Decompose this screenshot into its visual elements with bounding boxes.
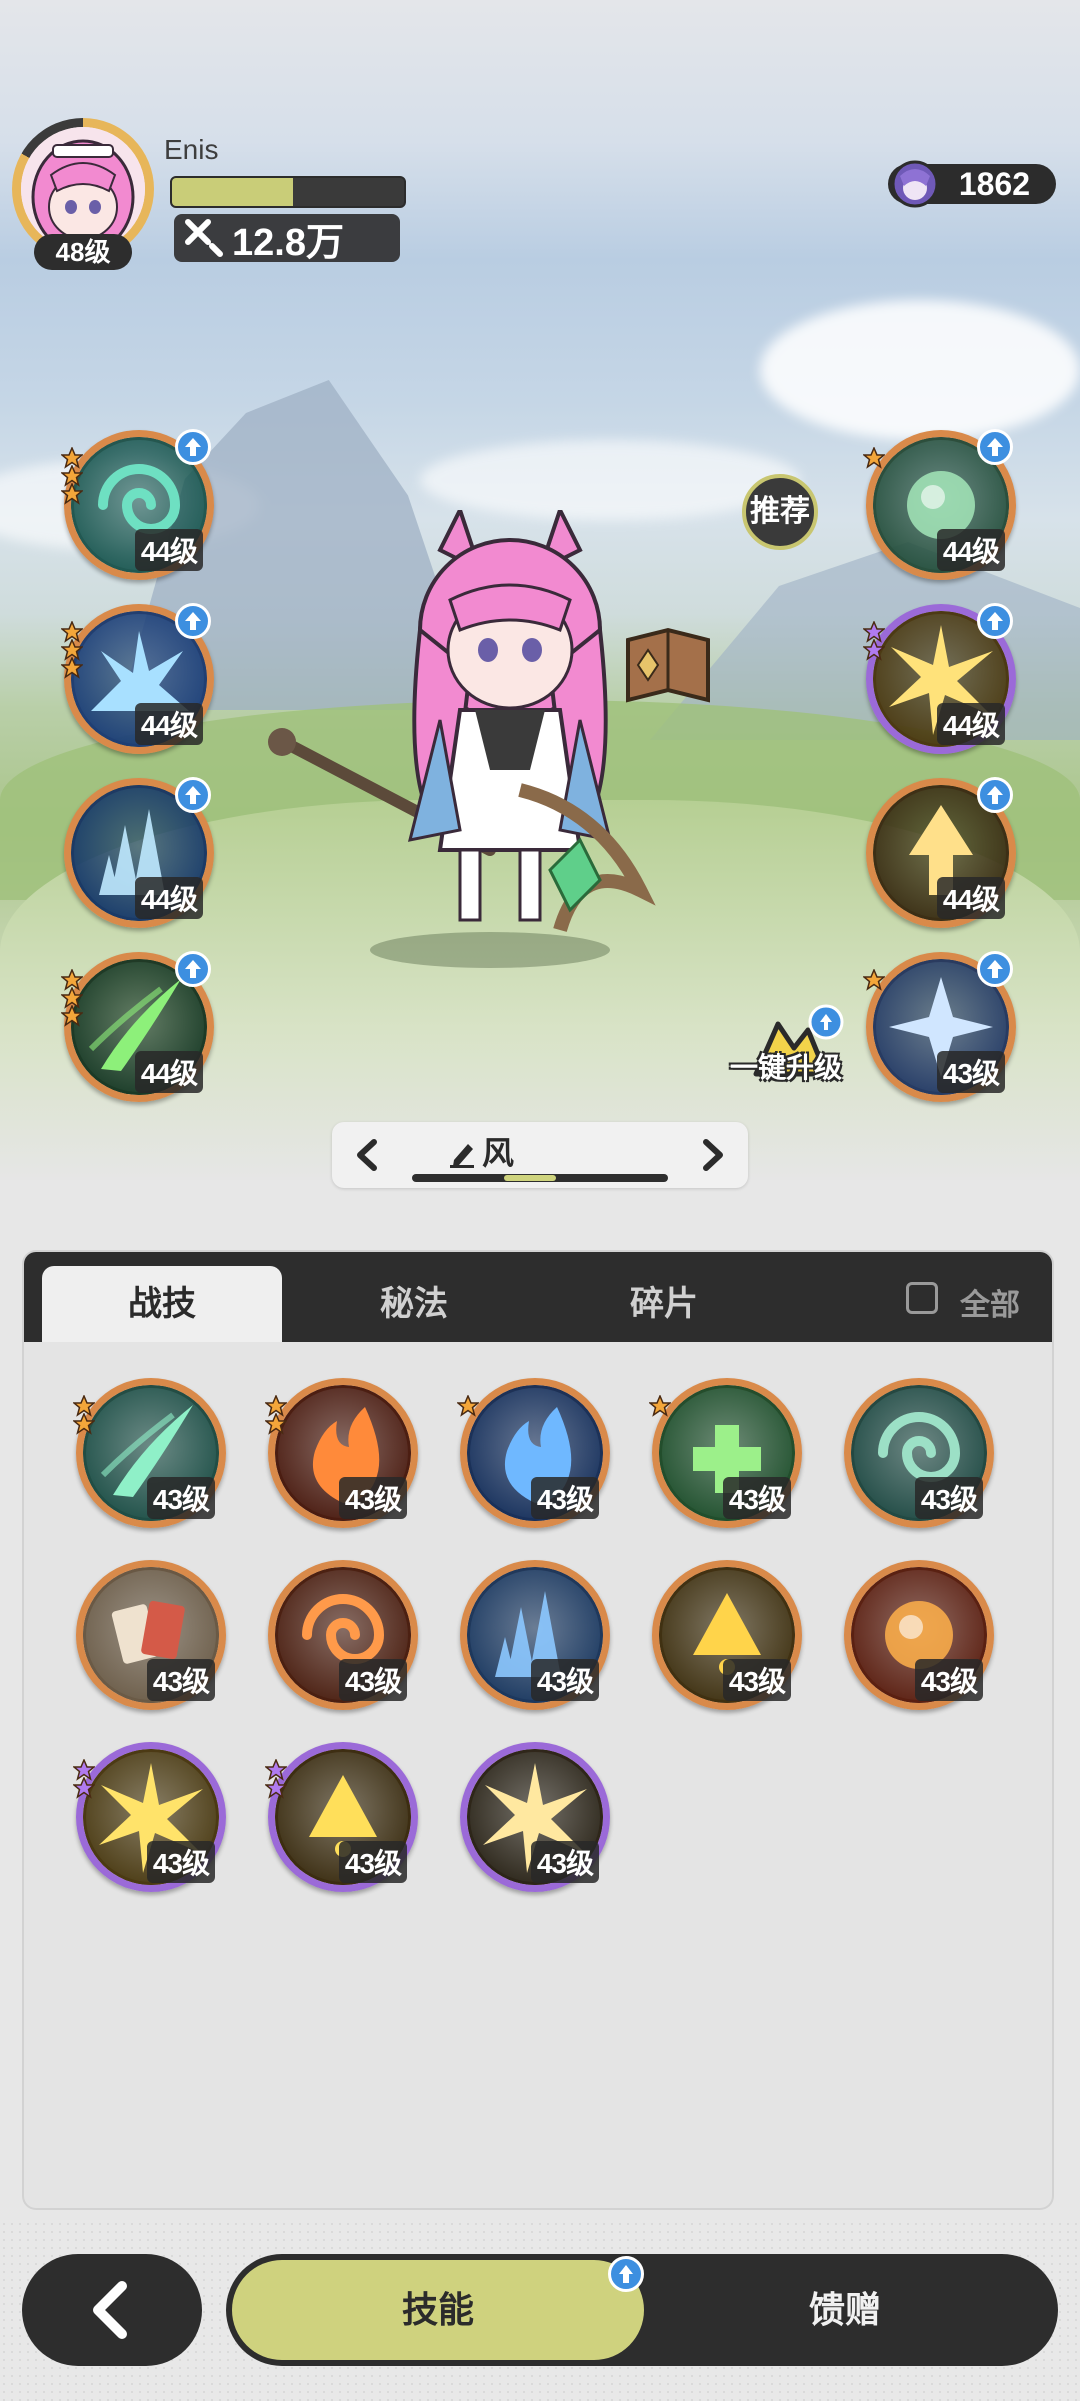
star-rating — [457, 1395, 479, 1417]
upgrade-available-icon — [608, 2256, 644, 2292]
skill-level-label: 43级 — [146, 1659, 215, 1701]
star-rating — [649, 1395, 671, 1417]
skill-tab-bar: 战技 秘法 碎片 全部 — [24, 1252, 1052, 1342]
currency-value: 1862 — [958, 166, 1030, 202]
skill-level-label: 43级 — [338, 1659, 407, 1701]
skill-level-label: 44级 — [936, 703, 1005, 745]
recommend-button[interactable]: 推荐 — [742, 474, 818, 550]
skill-card-13[interactable]: 43级 — [460, 1742, 610, 1892]
chevron-right-icon[interactable] — [690, 1132, 736, 1178]
equipped-skill-left-3[interactable]: 44级 — [64, 777, 214, 928]
skill-level-label: 43级 — [914, 1477, 983, 1519]
skill-level-label: 44级 — [134, 1051, 203, 1093]
skill-level-label: 43级 — [722, 1659, 791, 1701]
player-level-badge: 48级 — [34, 234, 132, 270]
star-rating — [265, 1759, 287, 1799]
skill-level-label: 43级 — [914, 1659, 983, 1701]
edit-icon[interactable] — [448, 1136, 478, 1168]
skill-card-2[interactable]: 43级 — [265, 1378, 418, 1528]
player-name: Enis — [164, 134, 219, 165]
crossed-swords-icon — [185, 219, 223, 257]
skill-level-label: 43级 — [146, 1477, 215, 1519]
show-all-label[interactable]: 全部 — [960, 1280, 1020, 1324]
skill-card-9[interactable]: 43级 — [652, 1560, 802, 1710]
skill-level-label: 44级 — [936, 877, 1005, 919]
skill-card-4[interactable]: 43级 — [649, 1378, 802, 1528]
skill-level-label: 44级 — [134, 529, 203, 571]
skill-card-11[interactable]: 43级 — [73, 1742, 226, 1892]
skill-card-10[interactable]: 43级 — [844, 1560, 994, 1710]
star-rating — [265, 1395, 287, 1435]
cloud — [760, 300, 1080, 440]
skill-card-8[interactable]: 43级 — [460, 1560, 610, 1710]
upgrade-arrow-icon — [175, 777, 211, 813]
star-rating — [61, 969, 83, 1027]
skill-panel: 战技 秘法 碎片 全部 43级 43级 43级 43级 43级 43级 43级 … — [24, 1252, 1052, 2208]
element-scroll-track — [412, 1174, 668, 1182]
avatar-image — [21, 127, 145, 251]
skill-card-12[interactable]: 43级 — [265, 1742, 418, 1892]
equipped-skill-left-4[interactable]: 44级 — [61, 951, 214, 1102]
equipped-skill-right-1[interactable]: 44级 — [863, 429, 1016, 580]
back-arrow-icon — [93, 2281, 127, 2339]
tab-fragments[interactable]: 碎片 — [544, 1266, 784, 1342]
character-token-icon — [891, 160, 939, 208]
skill-level-label: 43级 — [146, 1841, 215, 1883]
xp-bar-fill — [172, 178, 293, 206]
equipped-skill-right-3[interactable]: 44级 — [866, 777, 1016, 928]
skill-level-label: 43级 — [530, 1841, 599, 1883]
skill-level-label: 43级 — [530, 1477, 599, 1519]
nav-tab-skills[interactable]: 技能 — [232, 2260, 644, 2360]
upgrade-arrow-icon — [977, 777, 1013, 813]
nav-tab-gift[interactable]: 馈赠 — [700, 2260, 990, 2360]
upgrade-arrow-icon — [175, 951, 211, 987]
skill-level-label: 43级 — [530, 1659, 599, 1701]
skill-level-label: 44级 — [134, 703, 203, 745]
back-button[interactable] — [22, 2254, 202, 2366]
star-rating — [863, 621, 885, 661]
skill-card-3[interactable]: 43级 — [457, 1378, 610, 1528]
skill-level-label: 44级 — [936, 529, 1005, 571]
upgrade-arrow-icon — [977, 429, 1013, 465]
skill-level-label: 43级 — [338, 1477, 407, 1519]
equipped-skill-left-1[interactable]: 44级 — [61, 429, 214, 580]
skill-level-label: 43级 — [338, 1841, 407, 1883]
element-name: 风 — [482, 1135, 515, 1171]
upgrade-arrow-icon — [977, 951, 1013, 987]
chevron-left-icon[interactable] — [344, 1132, 390, 1178]
star-rating — [61, 621, 83, 679]
show-all-checkbox[interactable] — [906, 1282, 938, 1314]
skill-card-5[interactable]: 43级 — [844, 1378, 994, 1528]
upgrade-arrow-icon — [175, 429, 211, 465]
skill-card-1[interactable]: 43级 — [73, 1378, 226, 1528]
upgrade-arrow-icon — [977, 603, 1013, 639]
skill-card-7[interactable]: 43级 — [268, 1560, 418, 1710]
skill-level-label: 44级 — [134, 877, 203, 919]
combat-power: 12.8万 — [174, 214, 400, 264]
avatar-portrait — [21, 127, 145, 251]
element-selector: 风 — [332, 1122, 748, 1188]
element-scroll-thumb — [503, 1175, 556, 1181]
tab-secret-arts[interactable]: 秘法 — [294, 1266, 534, 1342]
combat-power-value: 12.8万 — [232, 221, 344, 264]
one-key-upgrade-label[interactable]: 一键升级 — [716, 1046, 856, 1086]
star-rating — [863, 969, 885, 991]
star-rating — [73, 1759, 95, 1799]
skill-level-label: 43级 — [722, 1477, 791, 1519]
equipped-skill-right-2[interactable]: 44级 — [863, 603, 1016, 754]
character-sprite — [268, 510, 656, 968]
star-rating — [863, 447, 885, 469]
star-rating — [73, 1395, 95, 1435]
equipped-skill-left-2[interactable]: 44级 — [61, 603, 214, 754]
xp-bar — [170, 176, 406, 208]
equipped-skill-right-4[interactable]: 43级 — [863, 951, 1016, 1102]
skill-level-label: 43级 — [936, 1051, 1005, 1093]
skill-card-6[interactable]: 43级 — [76, 1560, 226, 1710]
star-rating — [61, 447, 83, 505]
tab-combat-skills[interactable]: 战技 — [42, 1266, 282, 1342]
upgrade-arrow-icon — [175, 603, 211, 639]
floating-book — [626, 627, 710, 703]
